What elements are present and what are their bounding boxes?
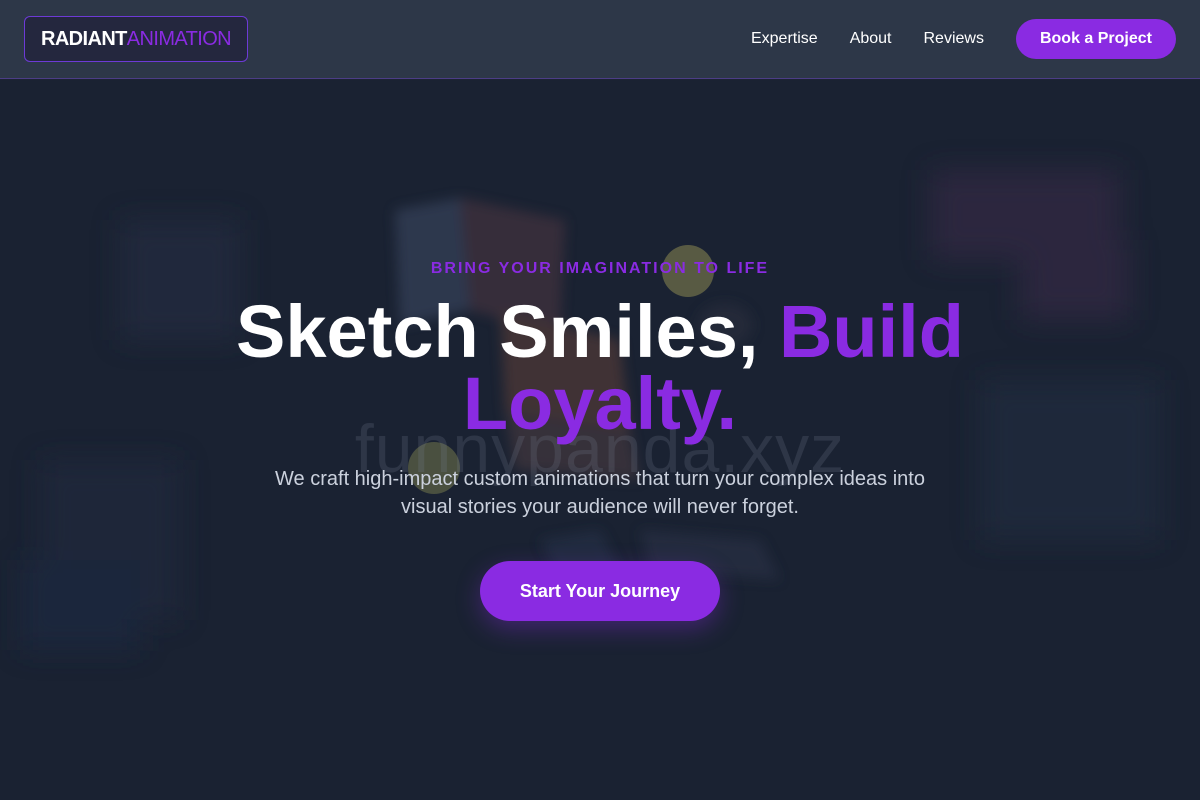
- logo-wordmark-radiant: RADIANT: [41, 27, 127, 50]
- logo[interactable]: RADIANT ANIMATION: [24, 16, 249, 62]
- start-journey-button[interactable]: Start Your Journey: [480, 561, 720, 621]
- main-nav: Expertise About Reviews Book a Project: [751, 19, 1176, 59]
- headline-white-text: Sketch Smiles,: [236, 290, 779, 373]
- hero-section: funnypanda.xyz BRING YOUR IMAGINATION TO…: [0, 80, 1200, 800]
- logo-wordmark-animation: ANIMATION: [126, 27, 232, 50]
- hero-headline: Sketch Smiles, Build Loyalty.: [200, 295, 1000, 441]
- site-header: RADIANT ANIMATION Expertise About Reviews…: [0, 0, 1200, 79]
- hero-subtext: We craft high-impact custom animations t…: [275, 468, 925, 518]
- nav-link-expertise[interactable]: Expertise: [751, 30, 818, 48]
- nav-link-about[interactable]: About: [850, 30, 892, 48]
- hero-eyebrow: BRING YOUR IMAGINATION TO LIFE: [430, 260, 770, 277]
- nav-link-reviews[interactable]: Reviews: [924, 30, 984, 48]
- book-project-button[interactable]: Book a Project: [1015, 19, 1176, 59]
